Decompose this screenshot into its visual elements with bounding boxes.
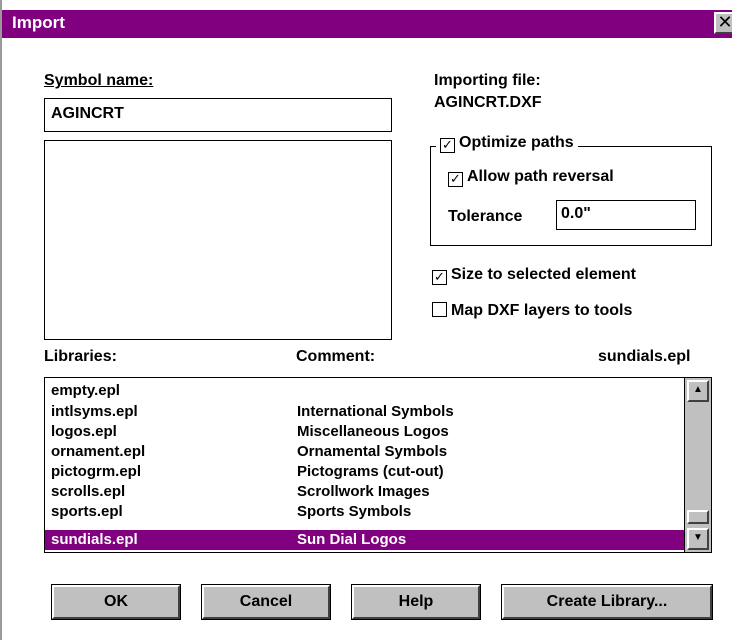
- symbol-name-input[interactable]: AGINCRT: [44, 98, 392, 132]
- list-item[interactable]: empty.epl: [45, 383, 685, 399]
- create-library-button-label: Create Library...: [546, 593, 668, 610]
- symbol-preview: [44, 140, 392, 340]
- cancel-button-label: Cancel: [239, 593, 293, 610]
- library-name: logos.epl: [51, 423, 117, 440]
- library-comment: Sports Symbols: [297, 503, 412, 520]
- list-scrollbar[interactable]: ▲ ▼: [684, 378, 711, 552]
- list-item-selected[interactable]: sundials.epl Sun Dial Logos: [45, 530, 685, 550]
- path-options-group: [430, 146, 712, 246]
- list-item[interactable]: intlsyms.epl International Symbols: [45, 404, 685, 420]
- library-name: intlsyms.epl: [51, 403, 138, 420]
- optimize-paths-checkbox[interactable]: ✓: [440, 138, 455, 153]
- allow-path-reversal-label: Allow path reversal: [467, 168, 614, 185]
- window-title: Import: [12, 13, 65, 32]
- tolerance-input[interactable]: 0.0": [556, 200, 696, 230]
- symbol-name-label: Symbol name:: [44, 72, 153, 90]
- library-name: empty.epl: [51, 382, 120, 399]
- list-item[interactable]: logos.epl Miscellaneous Logos: [45, 424, 685, 440]
- size-to-selected-option[interactable]: ✓ Size to selected element: [432, 266, 636, 285]
- scroll-thumb[interactable]: [687, 510, 709, 524]
- size-to-selected-checkbox[interactable]: ✓: [432, 270, 447, 285]
- list-item[interactable]: pictogrm.epl Pictograms (cut-out): [45, 464, 685, 480]
- tolerance-value: 0.0": [561, 205, 591, 222]
- scroll-up-button[interactable]: ▲: [687, 380, 709, 402]
- list-item[interactable]: scrolls.epl Scrollwork Images: [45, 484, 685, 500]
- library-comment: Scrollwork Images: [297, 483, 430, 500]
- ok-button-label: OK: [104, 593, 128, 610]
- library-name: sports.epl: [51, 503, 123, 520]
- title-bar: Import ✕: [2, 10, 732, 38]
- list-item[interactable]: sports.epl Sports Symbols: [45, 504, 685, 520]
- arrow-up-icon: ▲: [693, 384, 703, 395]
- help-button[interactable]: Help: [351, 584, 481, 620]
- size-to-selected-label: Size to selected element: [451, 266, 636, 283]
- tolerance-label: Tolerance: [448, 208, 523, 225]
- optimize-paths-label: Optimize paths: [459, 134, 574, 151]
- libraries-label: Libraries:: [44, 348, 117, 365]
- create-library-button[interactable]: Create Library...: [501, 584, 713, 620]
- library-comment: Pictograms (cut-out): [297, 463, 444, 480]
- cancel-button[interactable]: Cancel: [201, 584, 331, 620]
- library-name: ornament.epl: [51, 443, 146, 460]
- comment-label: Comment:: [296, 348, 376, 365]
- importing-file-name: AGINCRT.DXF: [434, 94, 542, 111]
- library-comment: Ornamental Symbols: [297, 443, 448, 460]
- library-comment: Sun Dial Logos: [297, 531, 407, 548]
- allow-path-reversal-option[interactable]: ✓ Allow path reversal: [448, 168, 614, 187]
- optimize-paths-option[interactable]: ✓ Optimize paths: [436, 134, 578, 156]
- symbol-name-label-text: Symbol name:: [44, 72, 154, 89]
- help-button-label: Help: [398, 593, 434, 610]
- libraries-listbox[interactable]: empty.epl intlsyms.epl International Symb…: [44, 377, 712, 553]
- importing-file-label: Importing file:: [434, 72, 541, 89]
- library-name: pictogrm.epl: [51, 463, 142, 480]
- list-item[interactable]: ornament.epl Ornamental Symbols: [45, 444, 685, 460]
- map-dxf-layers-checkbox[interactable]: [432, 302, 447, 317]
- map-dxf-layers-label: Map DXF layers to tools: [451, 302, 633, 319]
- library-name: scrolls.epl: [51, 483, 126, 500]
- library-name: sundials.epl: [51, 531, 138, 548]
- import-dialog: Import ✕ Symbol name: AGINCRT Importing …: [0, 0, 732, 640]
- map-dxf-layers-option[interactable]: Map DXF layers to tools: [432, 302, 632, 320]
- arrow-down-icon: ▼: [693, 532, 703, 543]
- ok-button[interactable]: OK: [51, 584, 181, 620]
- scroll-down-button[interactable]: ▼: [687, 528, 709, 550]
- allow-path-reversal-checkbox[interactable]: ✓: [448, 172, 463, 187]
- close-button[interactable]: ✕: [714, 12, 732, 34]
- close-icon: ✕: [717, 12, 732, 32]
- symbol-name-value: AGINCRT: [51, 105, 124, 122]
- library-comment: International Symbols: [297, 403, 454, 420]
- current-library: sundials.epl: [598, 348, 691, 365]
- library-comment: Miscellaneous Logos: [297, 423, 449, 440]
